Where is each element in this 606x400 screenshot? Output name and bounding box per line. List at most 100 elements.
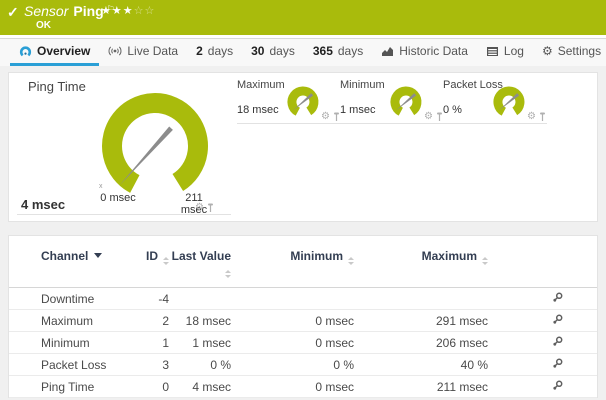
channel-settings-icon[interactable] <box>552 292 563 303</box>
sensor-header: ✓ SensorPing⚐ ★★★☆☆ OK <box>0 0 606 35</box>
gauge-cell-actions: ⚙ <box>527 112 546 122</box>
table-row-ping-time[interactable]: Ping Time 0 4 msec 0 msec 211 msec <box>9 376 597 398</box>
gauge-cell-actions: ⚙ <box>195 203 214 213</box>
table-header-row: Channel ID Last Value Minimum Maximum <box>9 248 597 288</box>
cell-id: 0 <box>131 376 169 398</box>
cell-channel: Ping Time <box>9 376 131 398</box>
tab-overview[interactable]: Overview <box>10 39 99 66</box>
mini-gauge-cell-maximum: Maximum 18 msec ⚙ <box>237 77 341 124</box>
cell-channel: Minimum <box>9 332 131 354</box>
cell-maximum <box>354 288 488 310</box>
sort-icon <box>482 257 488 265</box>
pin-icon[interactable] <box>539 112 546 122</box>
gear-icon[interactable]: ⚙ <box>424 112 433 122</box>
cell-maximum: 206 msec <box>354 332 488 354</box>
gear-icon[interactable]: ⚙ <box>527 112 536 122</box>
tab-365-days[interactable]: 365 days <box>304 39 372 66</box>
mini-gauge-title: Minimum <box>340 79 385 91</box>
sort-icon <box>348 257 354 265</box>
log-icon <box>486 46 499 57</box>
cell-maximum: 211 msec <box>354 376 488 398</box>
channel-settings-icon[interactable] <box>552 336 563 347</box>
tab-historic-data[interactable]: Historic Data <box>372 39 477 66</box>
tab-log[interactable]: Log <box>477 39 533 66</box>
column-header-last-value[interactable]: Last Value <box>169 248 231 288</box>
cell-last-value: 18 msec <box>169 310 231 332</box>
channel-settings-icon[interactable] <box>552 358 563 369</box>
mini-gauge <box>389 86 423 120</box>
cell-minimum: 0 msec <box>231 332 354 354</box>
sensor-status-badge: OK <box>36 20 51 31</box>
cell-channel: Packet Loss <box>9 354 131 376</box>
channel-table: Channel ID Last Value Minimum Maximum Do… <box>9 248 597 398</box>
tab-strip: Overview Live Data 2 days 30 days 365 da… <box>0 38 606 66</box>
channel-settings-icon[interactable] <box>552 380 563 391</box>
mini-gauge-value: 18 msec <box>237 104 279 116</box>
column-header-maximum[interactable]: Maximum <box>354 248 488 288</box>
pin-icon[interactable] <box>436 112 443 122</box>
gauge-panel-title: Ping Time <box>28 79 86 94</box>
column-header-channel[interactable]: Channel <box>9 248 131 288</box>
cell-last-value <box>169 288 231 310</box>
gear-icon[interactable]: ⚙ <box>321 112 330 122</box>
mini-gauge <box>286 86 320 120</box>
cell-id: 3 <box>131 354 169 376</box>
table-row-packet-loss[interactable]: Packet Loss 3 0 % 0 % 40 % <box>9 354 597 376</box>
tab-live-data[interactable]: Live Data <box>99 39 187 66</box>
tab-settings[interactable]: ⚙ Settings <box>533 39 606 66</box>
cell-minimum <box>231 288 354 310</box>
cell-channel: Downtime <box>9 288 131 310</box>
gauge-scale-marker-icon: x <box>99 183 103 190</box>
cell-channel: Maximum <box>9 310 131 332</box>
cell-minimum: 0 msec <box>231 376 354 398</box>
gauge-panel: Ping Time x 0 msec 211 msec 4 msec ⚙ Max… <box>8 72 598 222</box>
broadcast-icon <box>108 45 122 57</box>
pin-icon[interactable] <box>207 203 214 213</box>
pin-icon[interactable] <box>333 112 340 122</box>
gauge-cell-actions: ⚙ <box>424 112 443 122</box>
sensor-name: Ping <box>73 3 103 19</box>
gauge-cell-actions: ⚙ <box>321 112 340 122</box>
gear-icon[interactable]: ⚙ <box>195 203 204 213</box>
cell-last-value: 0 % <box>169 354 231 376</box>
table-row-downtime[interactable]: Downtime -4 <box>9 288 597 310</box>
ping-time-value: 4 msec <box>21 197 65 212</box>
cell-id: 1 <box>131 332 169 354</box>
mini-gauge-cell-minimum: Minimum 1 msec ⚙ <box>340 77 444 124</box>
sort-desc-icon <box>94 253 102 258</box>
gauge-needle <box>120 127 173 186</box>
sensor-overview-page: ✓ SensorPing⚐ ★★★☆☆ OK Overview Live Dat… <box>0 0 606 400</box>
status-check-icon: ✓ <box>7 4 19 21</box>
sort-icon <box>225 270 231 278</box>
cell-id: 2 <box>131 310 169 332</box>
divider <box>17 214 231 215</box>
column-header-minimum[interactable]: Minimum <box>231 248 354 288</box>
cell-minimum: 0 % <box>231 354 354 376</box>
sensor-title-prefix: Sensor <box>24 3 68 19</box>
cell-minimum: 0 msec <box>231 310 354 332</box>
column-header-id[interactable]: ID <box>131 248 169 288</box>
ping-time-gauge <box>95 89 215 199</box>
column-header-actions <box>488 248 597 288</box>
chart-icon <box>381 45 394 57</box>
channel-settings-icon[interactable] <box>552 314 563 325</box>
cell-last-value: 4 msec <box>169 376 231 398</box>
mini-gauge-value: 0 % <box>443 104 462 116</box>
star-filled-icons[interactable]: ★★★ <box>101 5 134 17</box>
table-row-maximum[interactable]: Maximum 2 18 msec 0 msec 291 msec <box>9 310 597 332</box>
cell-maximum: 40 % <box>354 354 488 376</box>
priority-stars[interactable]: ★★★☆☆ <box>101 4 155 17</box>
sort-icon <box>163 257 169 265</box>
gear-icon: ⚙ <box>542 45 553 57</box>
star-empty-icons[interactable]: ☆☆ <box>134 5 156 17</box>
mini-gauge <box>492 86 526 120</box>
tab-30-days[interactable]: 30 days <box>242 39 304 66</box>
table-row-minimum[interactable]: Minimum 1 1 msec 0 msec 206 msec <box>9 332 597 354</box>
gauge-tab-icon <box>19 45 32 58</box>
mini-gauge-value: 1 msec <box>340 104 375 116</box>
cell-last-value: 1 msec <box>169 332 231 354</box>
mini-gauge-cell-packet-loss: Packet Loss 0 % ⚙ <box>443 77 547 124</box>
cell-maximum: 291 msec <box>354 310 488 332</box>
channel-table-panel: Channel ID Last Value Minimum Maximum Do… <box>8 235 598 398</box>
tab-2-days[interactable]: 2 days <box>187 39 242 66</box>
